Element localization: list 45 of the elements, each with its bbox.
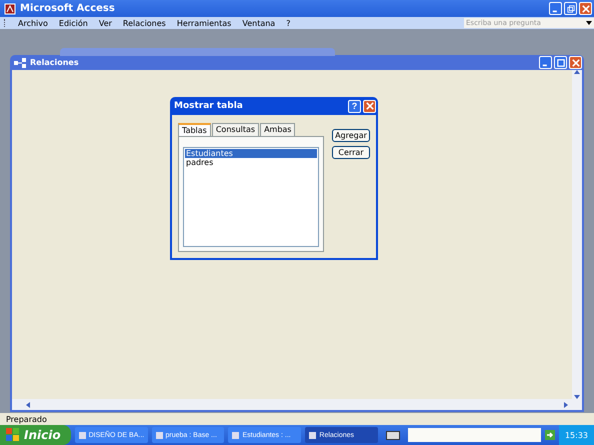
tab[interactable]: Consultas	[212, 123, 260, 136]
menu-item[interactable]: Archivo	[18, 18, 48, 28]
search-toolbar-field[interactable]	[408, 428, 541, 442]
add-button[interactable]: Agregar	[332, 129, 370, 142]
menu-item[interactable]: Ver	[98, 18, 112, 28]
close-dialog-button[interactable]: Cerrar	[332, 146, 370, 159]
clock: 15:33	[564, 430, 588, 440]
scroll-right-icon[interactable]	[564, 402, 568, 408]
dialog-title: Mostrar tabla	[174, 101, 243, 111]
close-icon	[582, 4, 590, 12]
go-arrow-icon[interactable]	[544, 430, 555, 440]
menu-item[interactable]: Relaciones	[122, 18, 166, 28]
start-button[interactable]: Inicio	[0, 425, 71, 445]
menu-item[interactable]: Herramientas	[176, 18, 232, 28]
window-title: Microsoft Access	[20, 3, 115, 14]
child-window-title: Relaciones	[30, 58, 79, 67]
app-icon	[4, 2, 16, 14]
menu-item[interactable]: Edición	[58, 18, 88, 28]
close-button[interactable]	[363, 100, 376, 112]
vertical-scrollbar[interactable]	[572, 70, 582, 399]
horizontal-scrollbar[interactable]	[12, 399, 582, 410]
keyboard-icon[interactable]	[386, 430, 400, 440]
menu-item[interactable]: Ventana	[242, 18, 276, 28]
maximize-button[interactable]	[554, 56, 567, 69]
status-text: Preparado	[6, 414, 47, 424]
close-button[interactable]	[579, 2, 592, 15]
tab[interactable]: Tablas	[178, 123, 211, 136]
close-icon	[366, 102, 374, 110]
restore-button[interactable]	[564, 2, 577, 15]
relationships-icon	[14, 56, 26, 68]
scroll-left-icon[interactable]	[26, 402, 30, 408]
menu-item[interactable]: ?	[286, 18, 290, 28]
dropdown-arrow-icon[interactable]	[586, 21, 592, 25]
menu-grip-icon	[4, 19, 7, 27]
list-item[interactable]: Estudiantes	[185, 149, 317, 158]
restore-icon	[566, 4, 574, 12]
close-button[interactable]	[569, 56, 582, 69]
minimize-button[interactable]	[539, 56, 552, 69]
minimize-button[interactable]	[549, 2, 562, 15]
maximize-icon	[556, 58, 564, 66]
tab[interactable]: Ambas	[260, 123, 296, 136]
windows-logo-icon	[6, 428, 20, 442]
list-item[interactable]: padres	[185, 158, 317, 167]
close-icon	[572, 58, 580, 66]
help-button[interactable]: ?	[348, 100, 361, 112]
